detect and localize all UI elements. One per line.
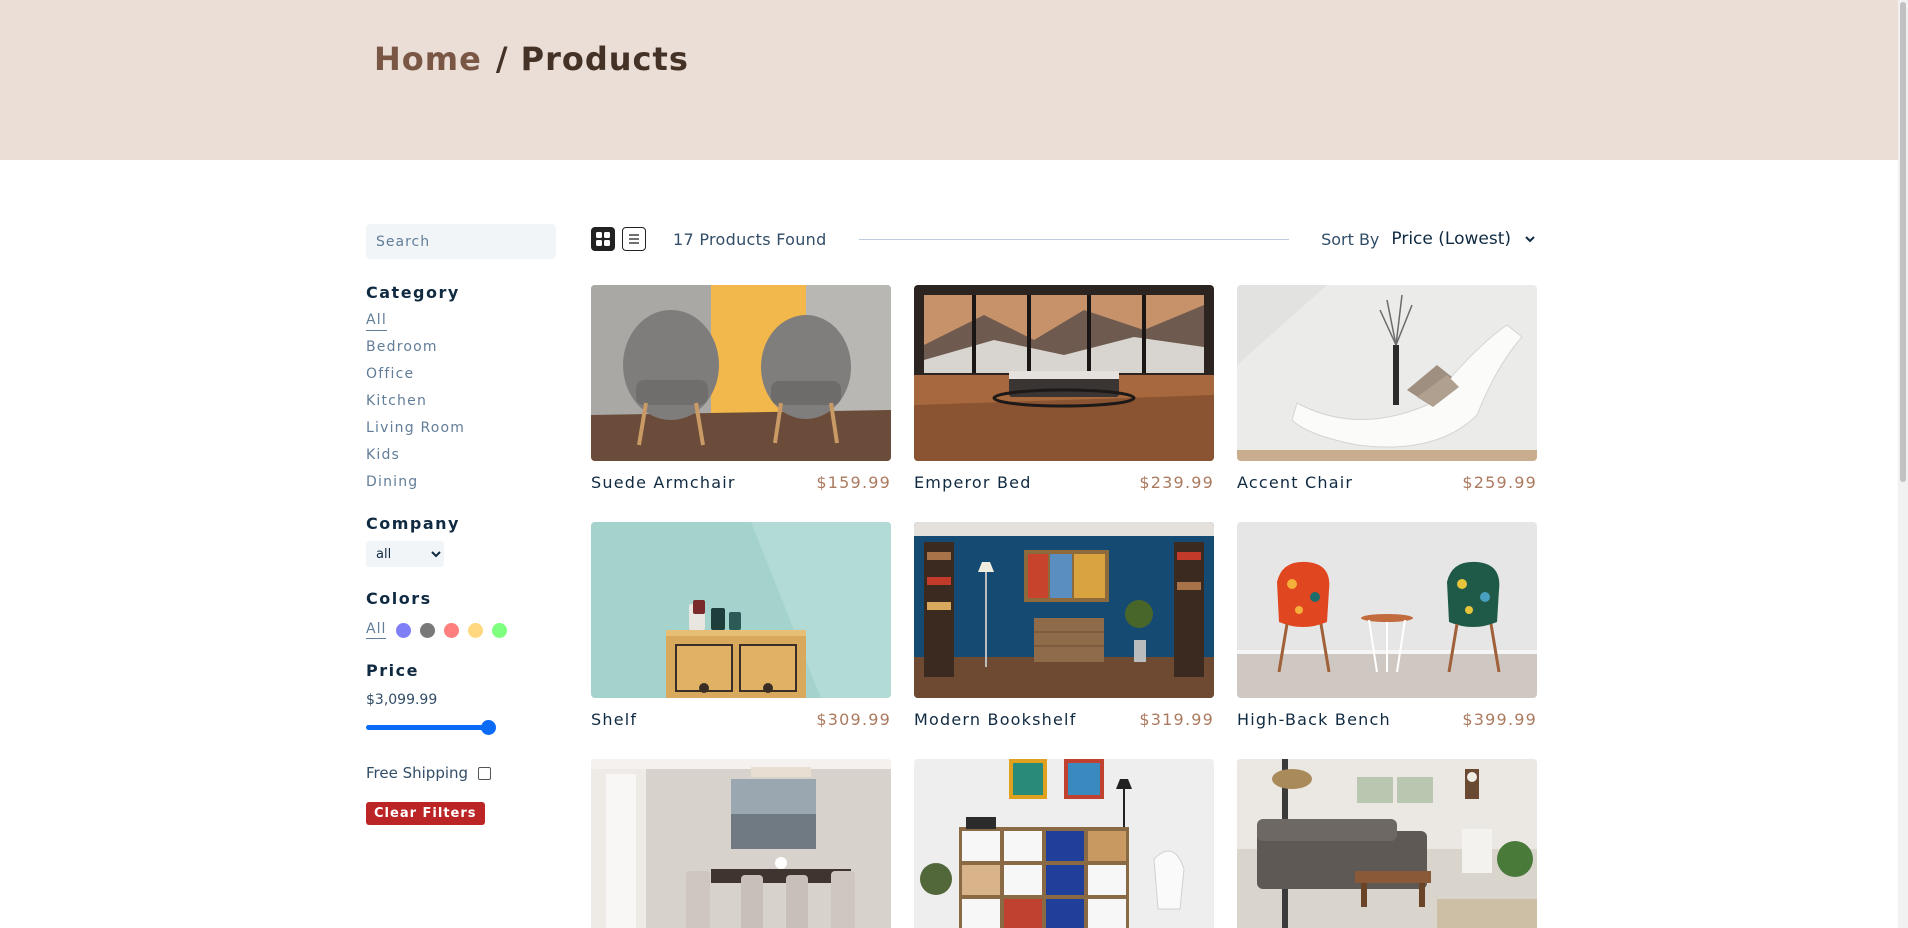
list-view-button[interactable]	[622, 227, 646, 251]
free-shipping-label: Free Shipping	[366, 764, 469, 782]
category-label: All	[366, 312, 387, 331]
color-swatch-button[interactable]	[444, 622, 460, 638]
product-card[interactable]	[914, 759, 1214, 928]
product-card[interactable]: Emperor Bed $239.99	[914, 285, 1214, 492]
category-item-office[interactable]: Office	[366, 365, 566, 392]
category-item-bedroom[interactable]: Bedroom	[366, 338, 566, 365]
product-price: $239.99	[1139, 473, 1214, 492]
company-title: Company	[366, 514, 460, 533]
product-name: Suede Armchair	[591, 473, 736, 492]
price-slider-track	[366, 725, 494, 730]
colors-row: All	[366, 621, 566, 639]
chevron-down-icon	[1525, 236, 1535, 243]
product-info: Emperor Bed $239.99	[914, 473, 1214, 492]
category-item-all[interactable]: All	[366, 311, 566, 338]
product-image[interactable]	[591, 285, 891, 461]
color-swatch-button[interactable]	[468, 622, 484, 638]
color-swatch-button[interactable]	[396, 622, 412, 638]
products-grid: Suede Armchair $159.99 Emperor Bed $239.…	[591, 285, 1537, 928]
category-item-kids[interactable]: Kids	[366, 446, 566, 473]
product-name: Accent Chair	[1237, 473, 1354, 492]
product-info: Shelf $309.99	[591, 710, 891, 729]
product-info: Modern Bookshelf $319.99	[914, 710, 1214, 729]
product-card[interactable]: Modern Bookshelf $319.99	[914, 522, 1214, 729]
product-image[interactable]	[591, 522, 891, 698]
product-card[interactable]: Accent Chair $259.99	[1237, 285, 1537, 492]
category-label: Kitchen	[366, 393, 428, 409]
company-select[interactable]: all	[366, 541, 444, 567]
list-icon	[629, 234, 639, 244]
filters-sidebar: Category All Bedroom Office Kitchen Livi…	[366, 224, 566, 825]
product-name: Modern Bookshelf	[914, 710, 1077, 729]
sort-selected-value: Price (Lowest)	[1391, 229, 1511, 249]
category-label: Kids	[366, 447, 401, 463]
product-card[interactable]: High-Back Bench $399.99	[1237, 522, 1537, 729]
category-label: Dining	[366, 474, 419, 490]
product-name: High-Back Bench	[1237, 710, 1391, 729]
color-all-button[interactable]: All	[366, 621, 387, 639]
breadcrumb-home-link[interactable]: Home	[374, 40, 482, 78]
breadcrumb: Home / Products	[374, 40, 689, 78]
category-label: Office	[366, 366, 415, 382]
free-shipping-row: Free Shipping	[366, 764, 566, 782]
color-swatch-button[interactable]	[420, 622, 436, 638]
product-image[interactable]	[914, 759, 1214, 928]
search-input[interactable]	[366, 224, 556, 259]
product-image[interactable]	[591, 759, 891, 928]
category-label: Bedroom	[366, 339, 438, 355]
scrollbar-thumb[interactable]	[1900, 2, 1906, 482]
product-info: Suede Armchair $159.99	[591, 473, 891, 492]
product-price: $399.99	[1462, 710, 1537, 729]
colors-title: Colors	[366, 589, 432, 608]
product-image[interactable]	[1237, 759, 1537, 928]
price-slider-handle[interactable]	[481, 720, 496, 735]
product-info: Accent Chair $259.99	[1237, 473, 1537, 492]
product-card[interactable]: Suede Armchair $159.99	[591, 285, 891, 492]
product-price: $159.99	[816, 473, 891, 492]
category-title: Category	[366, 283, 460, 302]
toolbar-divider	[858, 238, 1290, 240]
products-found-count: 17 Products Found	[673, 229, 827, 249]
category-label: Living Room	[366, 420, 466, 436]
products-toolbar: 17 Products Found Sort By Price (Lowest)	[591, 226, 1535, 252]
product-image[interactable]	[1237, 522, 1537, 698]
breadcrumb-current: / Products	[495, 40, 689, 78]
product-price: $309.99	[816, 710, 891, 729]
grid-view-button[interactable]	[591, 227, 615, 251]
product-image[interactable]	[914, 285, 1214, 461]
price-value: $3,099.99	[366, 692, 438, 708]
category-item-kitchen[interactable]: Kitchen	[366, 392, 566, 419]
category-list: All Bedroom Office Kitchen Living Room K…	[366, 311, 566, 500]
sort-select[interactable]: Price (Lowest)	[1391, 229, 1535, 249]
product-info: High-Back Bench $399.99	[1237, 710, 1537, 729]
category-item-dining[interactable]: Dining	[366, 473, 566, 500]
product-name: Emperor Bed	[914, 473, 1032, 492]
product-name: Shelf	[591, 710, 638, 729]
grid-icon	[596, 232, 610, 246]
free-shipping-checkbox[interactable]	[478, 766, 492, 780]
price-title: Price	[366, 661, 419, 680]
product-price: $259.99	[1462, 473, 1537, 492]
price-slider[interactable]	[366, 720, 496, 735]
page-hero: Home / Products	[0, 0, 1908, 160]
product-image[interactable]	[1237, 285, 1537, 461]
color-swatch-button[interactable]	[492, 622, 508, 638]
product-card[interactable]	[1237, 759, 1537, 928]
product-card[interactable]	[591, 759, 891, 928]
sort-label: Sort By	[1321, 229, 1380, 249]
product-price: $319.99	[1139, 710, 1214, 729]
clear-filters-button[interactable]: Clear Filters	[366, 802, 485, 825]
page-scrollbar[interactable]	[1898, 0, 1908, 928]
product-card[interactable]: Shelf $309.99	[591, 522, 891, 729]
product-image[interactable]	[914, 522, 1214, 698]
category-item-living-room[interactable]: Living Room	[366, 419, 566, 446]
